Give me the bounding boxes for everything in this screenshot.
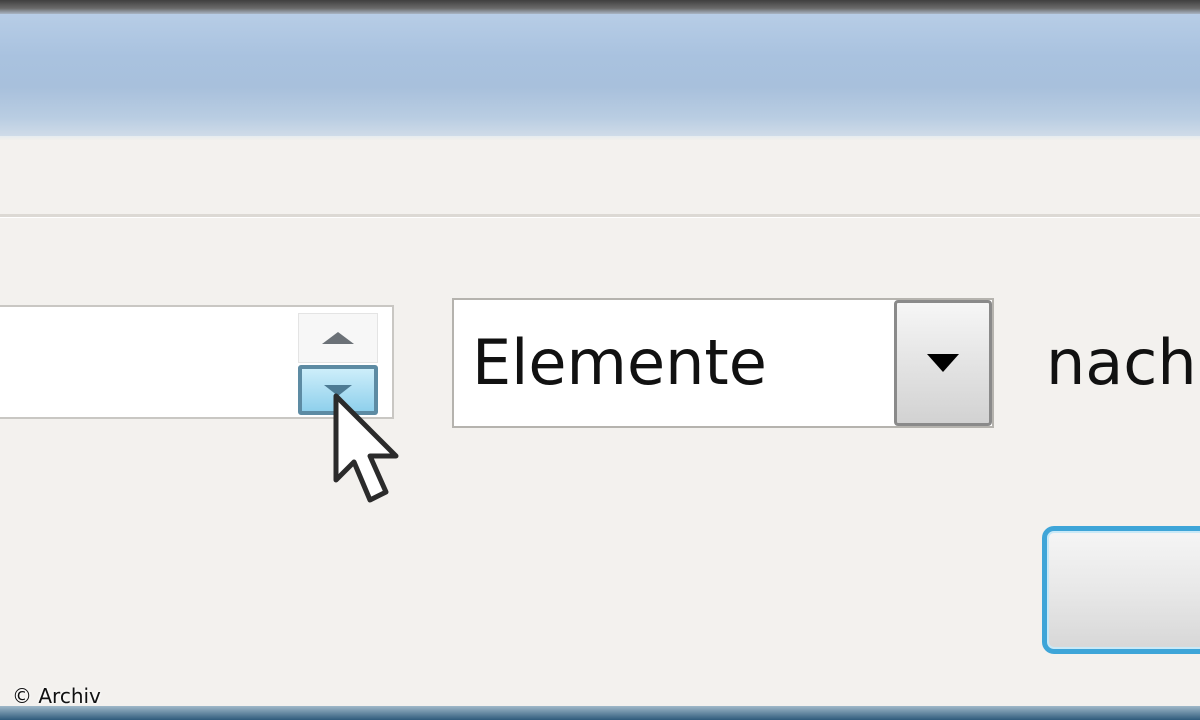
unit-dropdown[interactable]: Elemente <box>452 298 994 428</box>
dropdown-toggle-button[interactable] <box>894 300 992 426</box>
copyright-watermark: © Archiv <box>12 684 101 708</box>
title-bar-edge <box>0 136 1200 140</box>
spin-up-button[interactable] <box>298 313 378 363</box>
window-frame-bottom <box>0 706 1200 720</box>
chevron-up-icon <box>322 332 354 344</box>
title-bar[interactable] <box>0 14 1200 136</box>
chevron-down-icon <box>927 354 959 372</box>
spinbox-input[interactable] <box>0 307 288 417</box>
dialog-window: Elemente nach © Archiv <box>0 0 1200 720</box>
dialog-button[interactable] <box>1042 526 1200 654</box>
mouse-pointer-icon <box>333 393 399 503</box>
dropdown-selected-value: Elemente <box>472 326 767 399</box>
nach-label: nach <box>1046 326 1197 399</box>
divider <box>0 214 1200 218</box>
window-frame-top <box>0 0 1200 14</box>
